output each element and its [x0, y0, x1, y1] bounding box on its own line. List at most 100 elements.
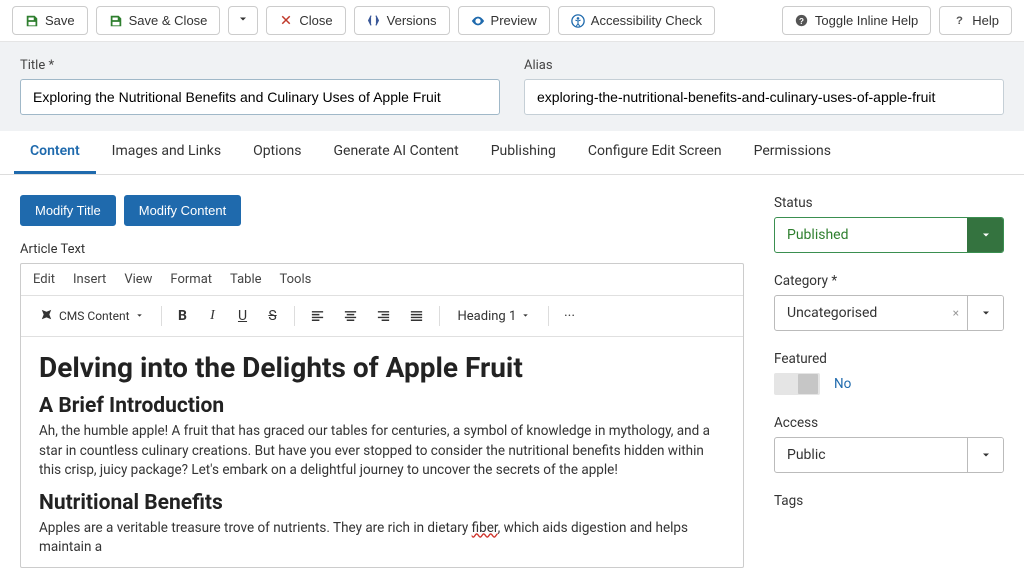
- align-justify-button[interactable]: [403, 305, 430, 328]
- featured-value: No: [834, 376, 851, 392]
- clear-icon[interactable]: ×: [945, 296, 967, 330]
- align-center-button[interactable]: [337, 305, 364, 328]
- article-text-label: Article Text: [20, 242, 744, 257]
- question-icon: ?: [795, 14, 809, 28]
- toggle-help-label: Toggle Inline Help: [815, 13, 918, 28]
- article-h2b: Nutritional Benefits: [39, 491, 725, 515]
- save-icon: [109, 14, 123, 28]
- chevron-down-icon: [135, 309, 144, 323]
- align-left-button[interactable]: [304, 305, 331, 328]
- tab-permissions[interactable]: Permissions: [738, 131, 847, 174]
- article-h2a: A Brief Introduction: [39, 394, 725, 418]
- title-label: Title *: [20, 58, 500, 73]
- preview-label: Preview: [491, 13, 537, 28]
- category-label: Category *: [774, 273, 1004, 289]
- menu-view[interactable]: View: [124, 272, 152, 287]
- help-label: Help: [972, 13, 999, 28]
- modify-title-button[interactable]: Modify Title: [20, 195, 116, 226]
- menu-edit[interactable]: Edit: [33, 272, 55, 287]
- spell-error: fiber: [472, 520, 498, 536]
- chevron-down-icon: [237, 13, 249, 28]
- editor-area: Modify Title Modify Content Article Text…: [20, 195, 744, 568]
- category-field: Category * Uncategorised ×: [774, 273, 1004, 331]
- cms-content-dropdown[interactable]: CMS Content: [31, 303, 152, 329]
- cms-label: CMS Content: [59, 309, 130, 323]
- tab-options[interactable]: Options: [237, 131, 317, 174]
- tab-publishing[interactable]: Publishing: [475, 131, 572, 174]
- access-select[interactable]: Public: [774, 437, 1004, 473]
- modify-content-button[interactable]: Modify Content: [124, 195, 241, 226]
- chevron-down-icon: [521, 309, 530, 324]
- access-label: Access: [774, 415, 1004, 431]
- category-select[interactable]: Uncategorised ×: [774, 295, 1004, 331]
- help-button[interactable]: ? Help: [939, 6, 1012, 35]
- tags-field: Tags: [774, 493, 1004, 509]
- main-area: Modify Title Modify Content Article Text…: [0, 175, 1024, 588]
- editor-menubar: Edit Insert View Format Table Tools: [21, 264, 743, 296]
- accessibility-icon: [571, 14, 585, 28]
- editor-content[interactable]: Delving into the Delights of Apple Fruit…: [21, 337, 743, 567]
- save-close-button[interactable]: Save & Close: [96, 6, 221, 35]
- featured-toggle[interactable]: [774, 373, 820, 395]
- title-area: Title * Alias: [0, 42, 1024, 131]
- alias-field: Alias: [524, 58, 1004, 115]
- title-field: Title *: [20, 58, 500, 115]
- category-value: Uncategorised: [775, 296, 945, 330]
- save-button[interactable]: Save: [12, 6, 88, 35]
- align-right-button[interactable]: [370, 305, 397, 328]
- menu-insert[interactable]: Insert: [73, 272, 106, 287]
- menu-format[interactable]: Format: [170, 272, 212, 287]
- chevron-down-icon[interactable]: [967, 438, 1003, 472]
- title-input[interactable]: [20, 79, 500, 115]
- editor-box: Edit Insert View Format Table Tools CMS …: [20, 263, 744, 568]
- accessibility-label: Accessibility Check: [591, 13, 702, 28]
- italic-button[interactable]: I: [201, 304, 225, 328]
- alias-label: Alias: [524, 58, 1004, 73]
- heading-label: Heading 1: [458, 309, 517, 324]
- editor-toolbar: CMS Content B I U S Heading 1: [21, 296, 743, 337]
- svg-text:?: ?: [799, 16, 804, 25]
- close-button[interactable]: Close: [266, 6, 345, 35]
- close-label: Close: [299, 13, 332, 28]
- accessibility-button[interactable]: Accessibility Check: [558, 6, 715, 35]
- strikethrough-button[interactable]: S: [261, 304, 285, 328]
- status-select[interactable]: Published: [774, 217, 1004, 253]
- featured-field: Featured No: [774, 351, 1004, 395]
- chevron-down-icon[interactable]: [967, 296, 1003, 330]
- article-p2: Apples are a veritable treasure trove of…: [39, 519, 725, 558]
- access-value: Public: [775, 438, 967, 472]
- menu-table[interactable]: Table: [230, 272, 261, 287]
- article-h1: Delving into the Delights of Apple Fruit: [39, 351, 725, 384]
- tab-images[interactable]: Images and Links: [96, 131, 237, 174]
- access-field: Access Public: [774, 415, 1004, 473]
- alias-input[interactable]: [524, 79, 1004, 115]
- chevron-down-icon[interactable]: [967, 218, 1003, 252]
- save-label: Save: [45, 13, 75, 28]
- more-button[interactable]: ···: [558, 304, 582, 328]
- cms-icon: [39, 307, 54, 325]
- toggle-help-button[interactable]: ? Toggle Inline Help: [782, 6, 931, 35]
- status-value: Published: [775, 218, 967, 252]
- save-dropdown-button[interactable]: [228, 6, 258, 35]
- main-toolbar: Save Save & Close Close Versions Preview…: [0, 0, 1024, 42]
- sidebar: Status Published Category * Uncategorise…: [774, 195, 1004, 568]
- preview-button[interactable]: Preview: [458, 6, 550, 35]
- underline-button[interactable]: U: [231, 304, 255, 328]
- versions-label: Versions: [387, 13, 437, 28]
- status-label: Status: [774, 195, 1004, 211]
- close-icon: [279, 14, 293, 28]
- versions-icon: [367, 14, 381, 28]
- featured-label: Featured: [774, 351, 1004, 367]
- article-p1: Ah, the humble apple! A fruit that has g…: [39, 422, 725, 481]
- tags-label: Tags: [774, 493, 1004, 509]
- bold-button[interactable]: B: [171, 304, 195, 328]
- tab-ai[interactable]: Generate AI Content: [317, 131, 474, 174]
- heading-dropdown[interactable]: Heading 1: [449, 304, 539, 329]
- tab-content[interactable]: Content: [14, 131, 96, 174]
- tabs: Content Images and Links Options Generat…: [0, 131, 1024, 175]
- save-icon: [25, 14, 39, 28]
- versions-button[interactable]: Versions: [354, 6, 450, 35]
- eye-icon: [471, 14, 485, 28]
- tab-configure[interactable]: Configure Edit Screen: [572, 131, 738, 174]
- menu-tools[interactable]: Tools: [280, 272, 312, 287]
